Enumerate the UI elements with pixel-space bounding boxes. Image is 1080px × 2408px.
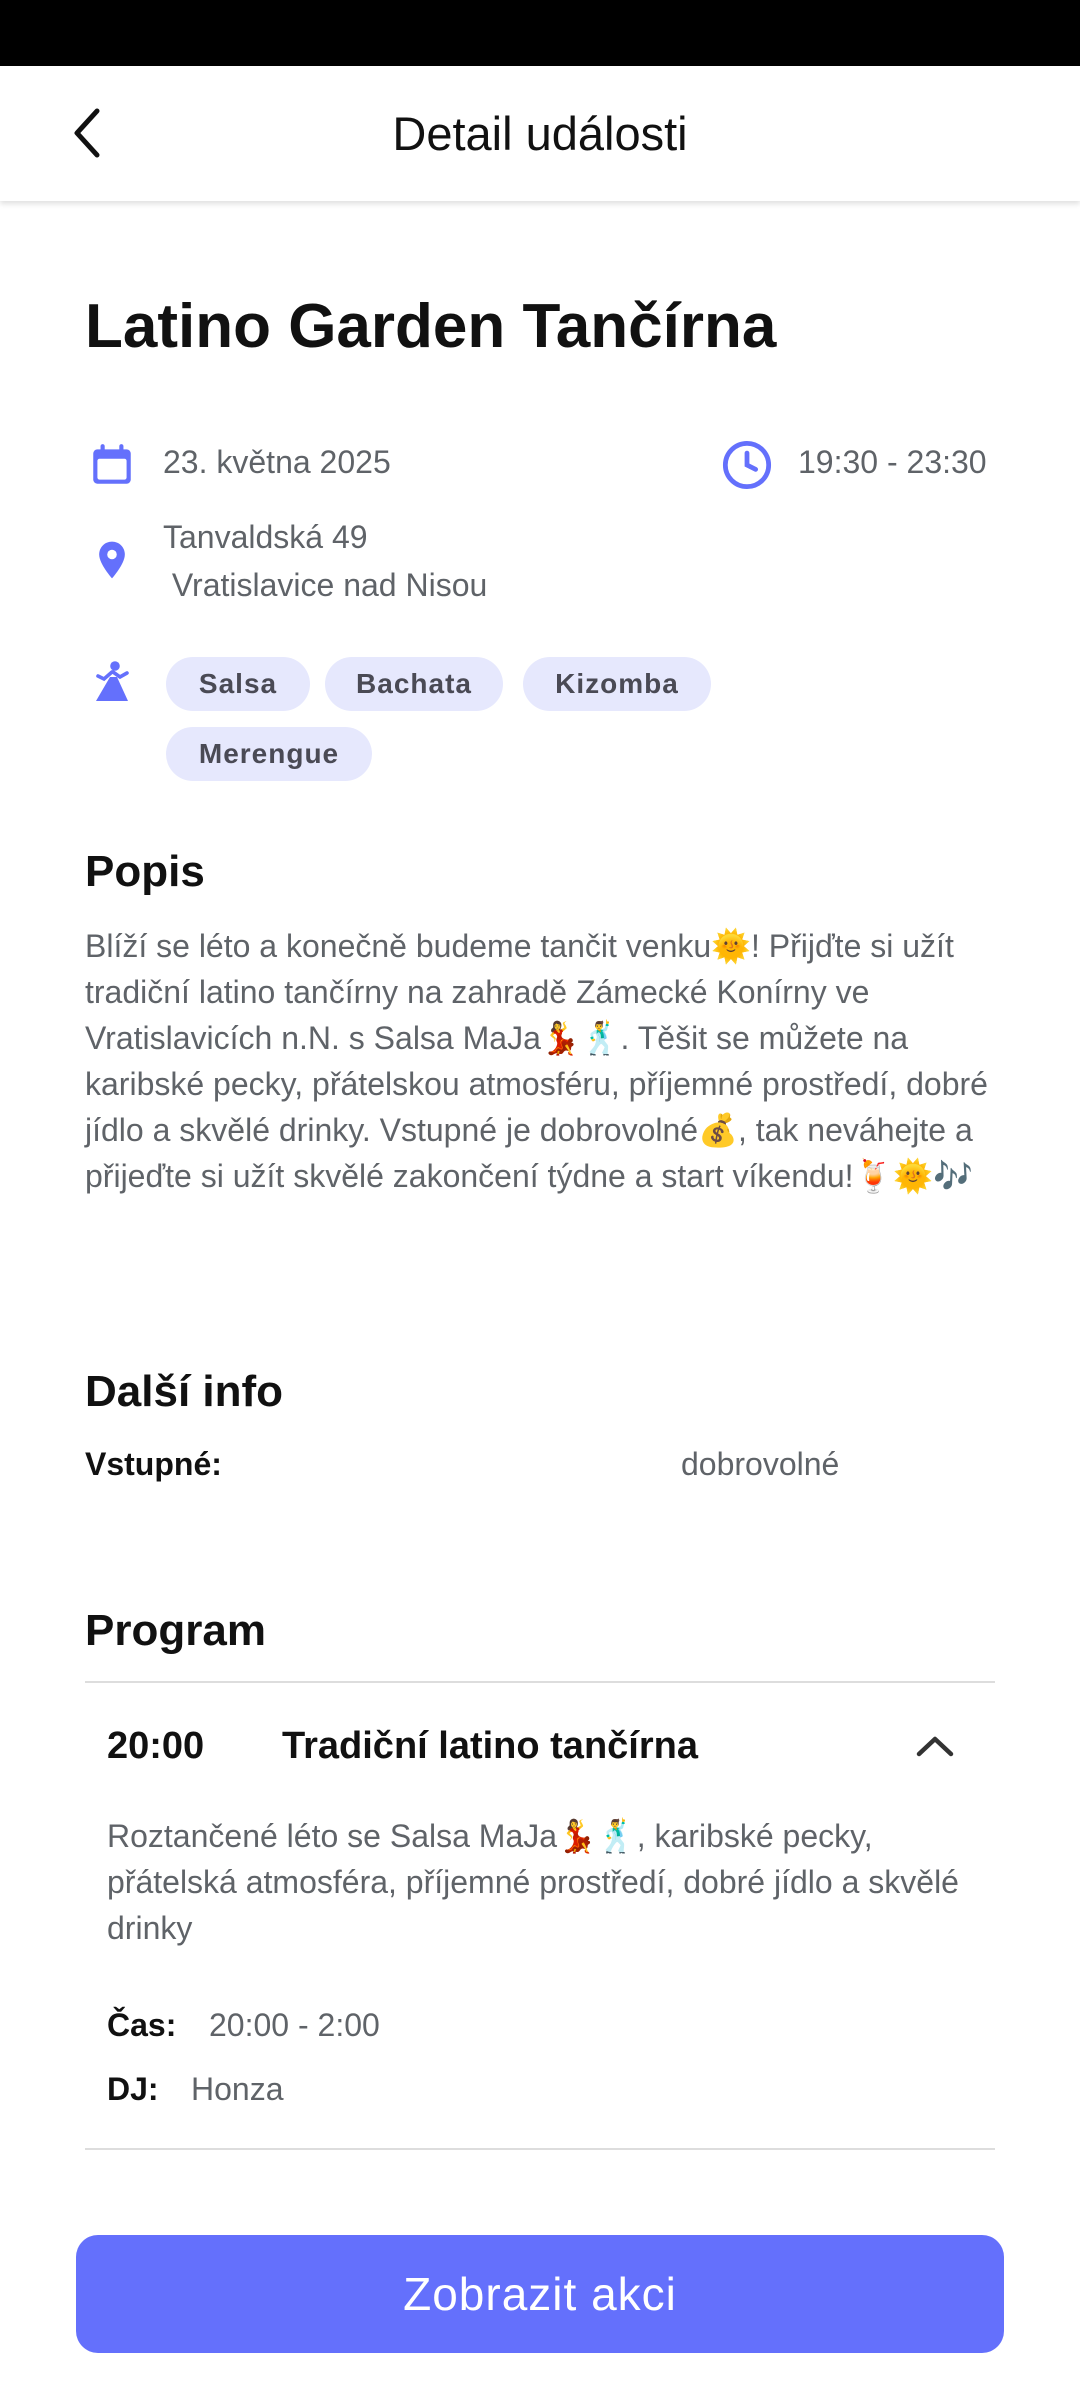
back-arrow-icon [74, 108, 100, 158]
show-event-button[interactable]: Zobrazit akci [76, 2235, 1004, 2353]
dance-style-chip: Bachata [325, 657, 503, 711]
program-item-description: Roztančené léto se Salsa MaJa💃🕺, karibsk… [107, 1818, 959, 1946]
calendar-icon [85, 438, 139, 492]
event-date: 23. května 2025 [163, 444, 391, 480]
chevron-up-icon [916, 1736, 954, 1757]
address-line-1: Tanvaldská 49 [163, 519, 368, 555]
program-dj-label: DJ: [107, 2071, 159, 2107]
program-dj-name: Honza [191, 2071, 284, 2107]
entry-fee-value: dobrovolné [681, 1446, 840, 1482]
clock-icon [720, 438, 774, 492]
program-item-title: Tradiční latino tančírna [282, 1725, 698, 1767]
page-title: Detail události [392, 107, 688, 160]
event-date-row: 23. května 2025 [85, 438, 391, 492]
program-time-range: 20:00 - 2:00 [209, 2007, 380, 2043]
app-bar: Detail události [0, 66, 1080, 201]
event-description: Blíží se léto a konečně budeme tančit ve… [85, 928, 988, 1194]
program-item-collapse-button[interactable] [905, 1716, 965, 1776]
program-item-time: 20:00 [107, 1725, 205, 1767]
divider [85, 2148, 995, 2150]
event-address-row: Tanvaldská 49 Vratislavice nad Nisou [85, 513, 487, 609]
event-title: Latino Garden Tančírna [85, 292, 777, 361]
back-button[interactable] [52, 98, 122, 168]
more-info-heading: Další info [85, 1367, 284, 1416]
divider [85, 1681, 995, 1683]
entry-fee-label: Vstupné: [85, 1446, 222, 1482]
event-time-row: 19:30 - 23:30 [720, 438, 987, 492]
event-address: Tanvaldská 49 Vratislavice nad Nisou [163, 513, 487, 609]
program-heading: Program [85, 1606, 266, 1655]
address-line-2: Vratislavice nad Nisou [163, 567, 488, 603]
status-bar [0, 0, 1080, 66]
location-pin-icon [85, 533, 139, 587]
description-heading: Popis [85, 847, 205, 896]
dance-style-chip: Kizomba [523, 657, 711, 711]
dancer-icon [85, 656, 139, 710]
event-time: 19:30 - 23:30 [798, 444, 987, 480]
program-time-label: Čas: [107, 2007, 177, 2043]
dance-style-chip: Salsa [166, 657, 310, 711]
dance-style-chip: Merengue [166, 727, 372, 781]
